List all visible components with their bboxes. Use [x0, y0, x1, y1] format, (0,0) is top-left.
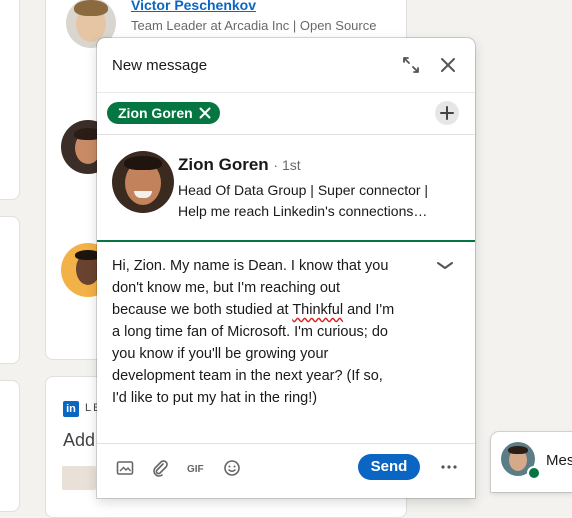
add-text: Add [63, 430, 96, 450]
plus-icon [440, 106, 454, 120]
message-body-textarea[interactable]: Hi, Zion. My name is Dean. I know that y… [112, 255, 422, 409]
body-line: because we both studied at Thinkful and … [112, 299, 422, 321]
messaging-tab[interactable]: Mes [491, 432, 572, 492]
emoji-icon [224, 460, 240, 476]
body-line: Hi, Zion. My name is Dean. I know that y… [112, 258, 389, 274]
add-recipient-button[interactable] [435, 101, 459, 125]
image-icon [116, 461, 134, 475]
recipient-pill[interactable]: Zion Goren [107, 102, 220, 124]
close-button[interactable] [436, 53, 460, 77]
chevron-down-icon [437, 262, 453, 269]
emoji-button[interactable] [221, 457, 243, 479]
profile-name-text: Zion Goren [178, 155, 269, 174]
profile-headline-line1: Head Of Data Group | Super connector | [178, 182, 429, 198]
image-button[interactable] [114, 457, 136, 479]
person-headline: Team Leader at Arcadia Inc | Open Source [131, 18, 377, 33]
close-icon [441, 58, 455, 72]
connection-degree: · 1st [273, 157, 301, 173]
paperclip-icon [153, 460, 168, 477]
send-button[interactable]: Send [358, 454, 420, 480]
recipient-profile[interactable]: Zion Goren · 1st Head Of Data Group | Su… [97, 135, 475, 242]
ellipsis-icon [441, 465, 457, 469]
new-message-window: New message Zion Goren Zion Goren · 1st … [97, 38, 475, 498]
body-line: development team in the next year? (If s… [112, 368, 383, 384]
recipients-bar: Zion Goren [97, 93, 475, 135]
x-icon[interactable] [199, 107, 211, 119]
thumbnail-image [62, 466, 96, 490]
left-card-2 [0, 216, 20, 364]
message-footer: GIF Send [97, 443, 475, 498]
more-options-button[interactable] [437, 456, 461, 478]
expand-button[interactable] [399, 53, 423, 77]
person-name-link[interactable]: Victor Peschenkov [131, 0, 256, 13]
profile-name[interactable]: Zion Goren · 1st [178, 155, 301, 175]
gif-button[interactable]: GIF [185, 457, 207, 479]
messaging-label: Mes [546, 452, 572, 469]
recipient-name: Zion Goren [118, 105, 193, 121]
online-status-dot [527, 466, 541, 480]
misspelled-word[interactable]: Thinkful [292, 302, 343, 318]
profile-headline: Head Of Data Group | Super connector | H… [178, 180, 463, 222]
body-line: a long time fan of Microsoft. I'm curiou… [112, 324, 388, 340]
svg-text:GIF: GIF [187, 464, 204, 475]
left-card-3 [0, 380, 20, 512]
profile-headline-line2: Help me reach Linkedin's connections… [178, 203, 428, 219]
avatar[interactable] [112, 151, 174, 213]
body-line-part: because we both studied at [112, 302, 293, 318]
message-title: New message [112, 57, 208, 74]
body-line-part: and I'm [343, 302, 395, 318]
left-card-1 [0, 0, 20, 200]
body-line: don't know me, but I'm reaching out [112, 280, 340, 296]
body-line: you know if you'll be growing your [112, 346, 329, 362]
gif-icon: GIF [187, 464, 204, 475]
collapse-button[interactable] [433, 254, 457, 278]
body-line: I'd like to put my hat in the ring!) [112, 390, 318, 406]
attach-button[interactable] [149, 457, 171, 479]
linkedin-logo-icon: in [63, 401, 79, 417]
message-header: New message [97, 38, 475, 93]
expand-icon [403, 57, 419, 73]
